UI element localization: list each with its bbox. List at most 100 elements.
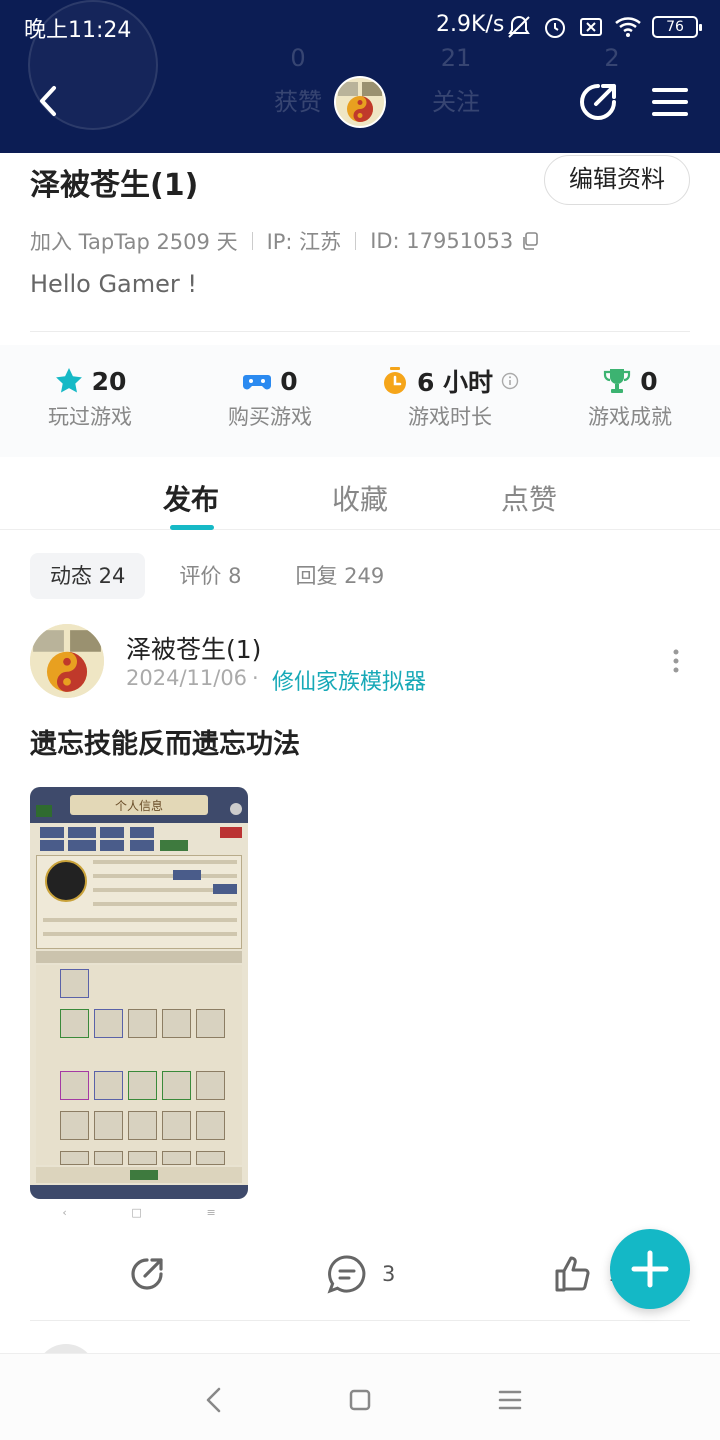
- image-bottom-bar: [30, 1185, 248, 1199]
- plus-icon: [631, 1250, 669, 1288]
- stat-played-games[interactable]: 20 玩过游戏: [0, 363, 180, 431]
- comment-count: 3: [382, 1262, 396, 1286]
- chip-reviews[interactable]: 评价 8: [159, 553, 261, 599]
- image-skill-panel: [36, 965, 242, 1165]
- post-author-name[interactable]: 泽被苍生(1): [126, 630, 261, 666]
- status-bar: 晚上11:24 2.9K/s 76: [0, 8, 720, 44]
- image-button: [68, 827, 96, 838]
- image-slot: [94, 1111, 123, 1140]
- post-game-link[interactable]: 修仙家族模拟器: [272, 664, 426, 696]
- stat-play-time[interactable]: 6 小时 游戏时长: [360, 363, 540, 431]
- image-slot: [162, 1151, 191, 1165]
- nav-menu-icon[interactable]: [490, 1380, 530, 1420]
- user-id: ID: 17951053: [370, 229, 514, 253]
- info-icon[interactable]: [501, 372, 519, 390]
- profile-meta: 加入 TapTap 2509 天 IP: 江苏 ID: 17951053: [30, 226, 539, 256]
- chip-moments[interactable]: 动态 24: [30, 553, 146, 599]
- tab-posts[interactable]: 发布: [141, 478, 241, 518]
- ghost-count-followers: 2: [604, 44, 620, 72]
- star-icon: [55, 368, 82, 393]
- join-days: 加入 TapTap 2509 天: [30, 230, 238, 254]
- image-tab-strip: [36, 951, 242, 963]
- image-button: [130, 1170, 158, 1180]
- image-button: [213, 884, 237, 894]
- profile-name: 泽被苍生(1): [30, 168, 199, 203]
- post-author-avatar[interactable]: [30, 624, 104, 698]
- nav-home-icon[interactable]: [340, 1380, 380, 1420]
- stat-achievements[interactable]: 0 游戏成就: [540, 363, 720, 431]
- create-post-button[interactable]: [610, 1229, 690, 1309]
- post-title[interactable]: 遗忘技能反而遗忘功法: [30, 722, 300, 761]
- ghost-label-following: 关注: [432, 88, 480, 116]
- image-slot: [60, 1071, 89, 1100]
- image-button: [68, 840, 96, 851]
- image-badge: [36, 805, 52, 817]
- image-slot: [196, 1151, 225, 1165]
- image-button: [160, 840, 188, 851]
- profile-screen: { "status_bar": { "time": "晚上11:24", "sp…: [0, 0, 720, 1440]
- image-line: [93, 860, 237, 864]
- comment-icon: [327, 1255, 366, 1294]
- image-button: [40, 827, 64, 838]
- meta-separator: ·: [252, 666, 259, 690]
- stat-label: 游戏成就: [588, 405, 672, 429]
- gamepad-icon: [243, 375, 272, 390]
- ip-location: IP: 江苏: [266, 230, 342, 254]
- image-slot: [60, 1151, 89, 1165]
- status-time: 晚上11:24: [24, 18, 132, 43]
- chip-replies[interactable]: 回复 249: [275, 553, 404, 599]
- stat-value-row: 6 小时: [360, 363, 540, 399]
- image-button: [100, 827, 124, 838]
- post-date: 2024/11/06: [126, 666, 248, 690]
- image-title: 个人信息: [114, 799, 163, 813]
- image-line: [93, 874, 237, 878]
- image-nav-home: □: [131, 1205, 142, 1219]
- tab-indicator: [170, 525, 214, 530]
- image-slot: [60, 969, 89, 998]
- share-action[interactable]: [126, 1252, 168, 1296]
- bell-muted-icon: [508, 15, 530, 38]
- stat-value-row: 0: [180, 363, 360, 399]
- share-icon[interactable]: [574, 78, 622, 126]
- tab-favorites[interactable]: 收藏: [310, 478, 410, 518]
- stat-label: 玩过游戏: [48, 405, 132, 429]
- ghost-label-likes: 获赞: [274, 88, 322, 116]
- image-slot: [196, 1111, 225, 1140]
- image-slot: [162, 1009, 191, 1038]
- image-slot: [128, 1151, 157, 1165]
- stat-label: 游戏时长: [408, 405, 492, 429]
- image-line: [43, 918, 237, 922]
- yin-yang-icon: [336, 78, 384, 126]
- comment-action[interactable]: 3: [326, 1252, 395, 1296]
- image-nav-bar: ‹ □ ≡: [30, 1199, 248, 1225]
- image-slot: [128, 1071, 157, 1100]
- stats-row: 20 玩过游戏 0 购买游戏 6 小时 游戏时长 0 游戏成就: [0, 345, 720, 457]
- share-icon: [131, 1258, 163, 1290]
- image-slot: [196, 1009, 225, 1038]
- trophy-icon: [604, 369, 631, 393]
- image-character-portrait: [45, 860, 87, 902]
- timer-icon: [383, 367, 406, 394]
- post-image[interactable]: 个人信息: [30, 787, 248, 1199]
- back-icon[interactable]: [26, 78, 72, 124]
- edit-profile-button[interactable]: 编辑资料: [544, 155, 690, 205]
- copy-icon[interactable]: [521, 232, 539, 250]
- divider: [251, 232, 253, 250]
- more-options-icon[interactable]: [664, 646, 688, 676]
- nav-back-icon[interactable]: [194, 1380, 234, 1420]
- image-button-row: [36, 827, 242, 853]
- sim-off-icon: [580, 18, 602, 36]
- menu-icon[interactable]: [646, 78, 694, 126]
- filter-chips: 动态 24 评价 8 回复 249: [30, 553, 404, 599]
- profile-bio: Hello Gamer !: [30, 270, 198, 298]
- status-icons: 76: [506, 14, 702, 40]
- yin-yang-icon: [30, 624, 104, 698]
- stat-purchased-games[interactable]: 0 购买游戏: [180, 363, 360, 431]
- image-footer: [36, 1167, 242, 1183]
- header-avatar[interactable]: [334, 76, 386, 128]
- image-close-icon: [230, 803, 242, 815]
- image-button: [40, 840, 64, 851]
- image-slot: [162, 1111, 191, 1140]
- tab-likes[interactable]: 点赞: [479, 478, 579, 518]
- image-slot: [94, 1009, 123, 1038]
